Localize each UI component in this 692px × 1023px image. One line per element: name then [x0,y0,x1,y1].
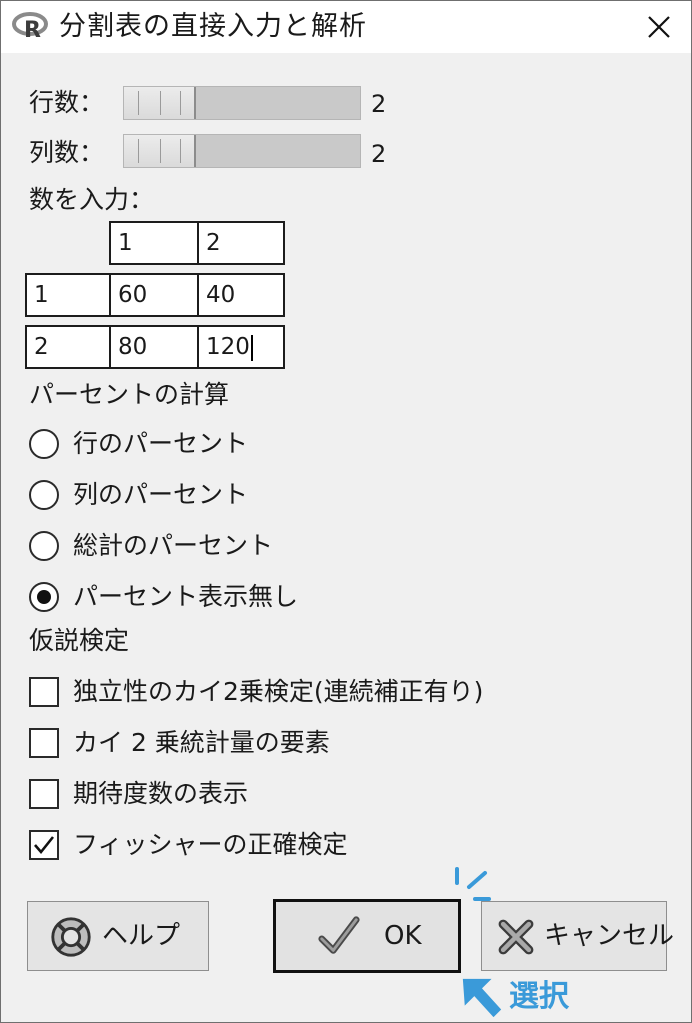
window-title: 分割表の直接入力と解析 [59,11,367,42]
check-expected-frequencies-label[interactable]: 期待度数の表示 [73,778,248,810]
row-header-1[interactable]: 1 [25,273,111,317]
help-button-label: ヘルプ [102,921,181,951]
check-expected-frequencies[interactable] [29,779,59,809]
radio-row-percent-label[interactable]: 行のパーセント [73,428,248,460]
cols-slider-thumb[interactable] [124,135,196,167]
radio-no-percent[interactable] [29,582,59,612]
cell-1-2[interactable]: 40 [197,273,285,317]
r-logo-icon: R [12,12,48,41]
cell-2-2[interactable]: 120 [197,325,285,369]
cell-2-1[interactable]: 80 [109,325,199,369]
radio-row-percent[interactable] [29,429,59,459]
tests-heading: 仮説検定 [29,626,130,655]
cols-slider[interactable] [123,134,361,168]
radio-col-percent[interactable] [29,480,59,510]
input-label: 数を入力： [29,185,155,214]
rows-value: 2 [371,90,387,118]
rows-label: 行数： [29,88,105,117]
radio-no-percent-label[interactable]: パーセント表示無し [73,581,298,613]
check-fisher-test-label[interactable]: フィッシャーの正確検定 [73,829,348,861]
radio-total-percent[interactable] [29,531,59,561]
text-caret [250,334,253,361]
svg-text:R: R [24,18,41,41]
check-chisq-test[interactable] [29,677,59,707]
col-header-2[interactable]: 2 [197,221,285,265]
dialog-window: R 分割表の直接入力と解析 行数： 2 列数： 2 数を入力： 1 2 1 60… [0,0,692,1023]
cell-2-2-value: 120 [206,334,250,360]
lifebuoy-icon [51,917,91,957]
rows-slider-thumb[interactable] [124,87,196,119]
row-header-2[interactable]: 2 [25,325,111,369]
percent-heading: パーセントの計算 [29,380,230,409]
pointer-arrow-icon [462,978,502,1018]
check-chisq-components[interactable] [29,728,59,758]
help-button[interactable]: ヘルプ [27,901,209,971]
check-fisher-test[interactable] [29,830,59,860]
cell-1-1[interactable]: 60 [109,273,199,317]
checkmark-icon [34,836,55,855]
cols-label: 列数： [29,138,105,167]
cancel-x-icon [498,919,534,955]
cols-value: 2 [371,140,387,168]
rows-slider[interactable] [123,86,361,120]
select-annotation-label: 選択 [509,979,569,1014]
col-header-1[interactable]: 1 [109,221,199,265]
cancel-button-label: キャンセル [544,921,675,951]
ok-button[interactable]: OK [273,899,461,973]
close-icon[interactable] [641,9,677,45]
radio-col-percent-label[interactable]: 列のパーセント [73,479,248,511]
click-sparkle-icon [455,867,491,901]
cancel-button[interactable]: キャンセル [481,901,674,971]
checkmark-icon [318,916,360,954]
check-chisq-test-label[interactable]: 独立性のカイ2乗検定(連続補正有り) [73,676,483,708]
radio-total-percent-label[interactable]: 総計のパーセント [73,530,273,562]
title-bar: R 分割表の直接入力と解析 [1,1,691,53]
check-chisq-components-label[interactable]: カイ 2 乗統計量の要素 [73,727,330,759]
ok-button-label: OK [384,921,422,951]
